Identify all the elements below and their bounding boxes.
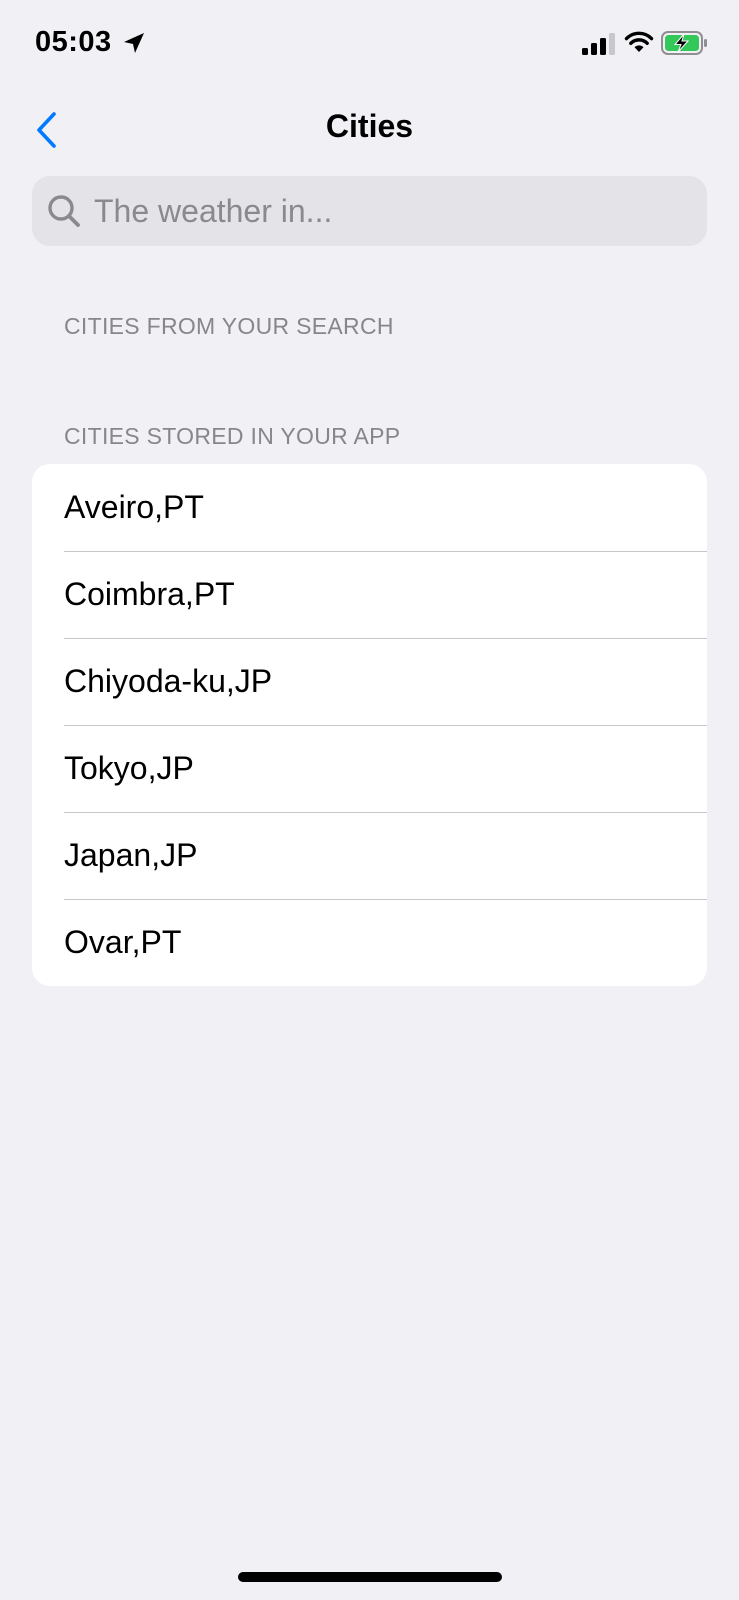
list-item[interactable]: Aveiro,PT bbox=[32, 464, 707, 551]
status-bar: 05:03 bbox=[0, 0, 739, 90]
section-header-search-results: CITIES FROM YOUR SEARCH bbox=[64, 313, 394, 339]
list-item[interactable]: Ovar,PT bbox=[32, 899, 707, 986]
status-time: 05:03 bbox=[35, 26, 112, 58]
battery-charging-icon bbox=[661, 31, 707, 55]
page-title: Cities bbox=[325, 108, 414, 144]
search-bar[interactable] bbox=[32, 176, 707, 246]
magnifying-glass-icon bbox=[48, 195, 80, 227]
section-header-stored-cities: CITIES STORED IN YOUR APP bbox=[64, 423, 401, 449]
list-item[interactable]: Chiyoda-ku,JP bbox=[32, 638, 707, 725]
location-arrow-icon bbox=[124, 33, 144, 53]
list-item[interactable]: Tokyo,JP bbox=[32, 725, 707, 812]
home-indicator[interactable] bbox=[238, 1572, 502, 1582]
wifi-icon bbox=[624, 31, 654, 52]
cellular-signal-icon bbox=[582, 33, 615, 55]
list-item[interactable]: Coimbra,PT bbox=[32, 551, 707, 638]
list-item[interactable]: Japan,JP bbox=[32, 812, 707, 899]
stored-cities-list: Aveiro,PT Coimbra,PT Chiyoda-ku,JP Tokyo… bbox=[32, 464, 707, 986]
search-input[interactable] bbox=[92, 176, 694, 246]
